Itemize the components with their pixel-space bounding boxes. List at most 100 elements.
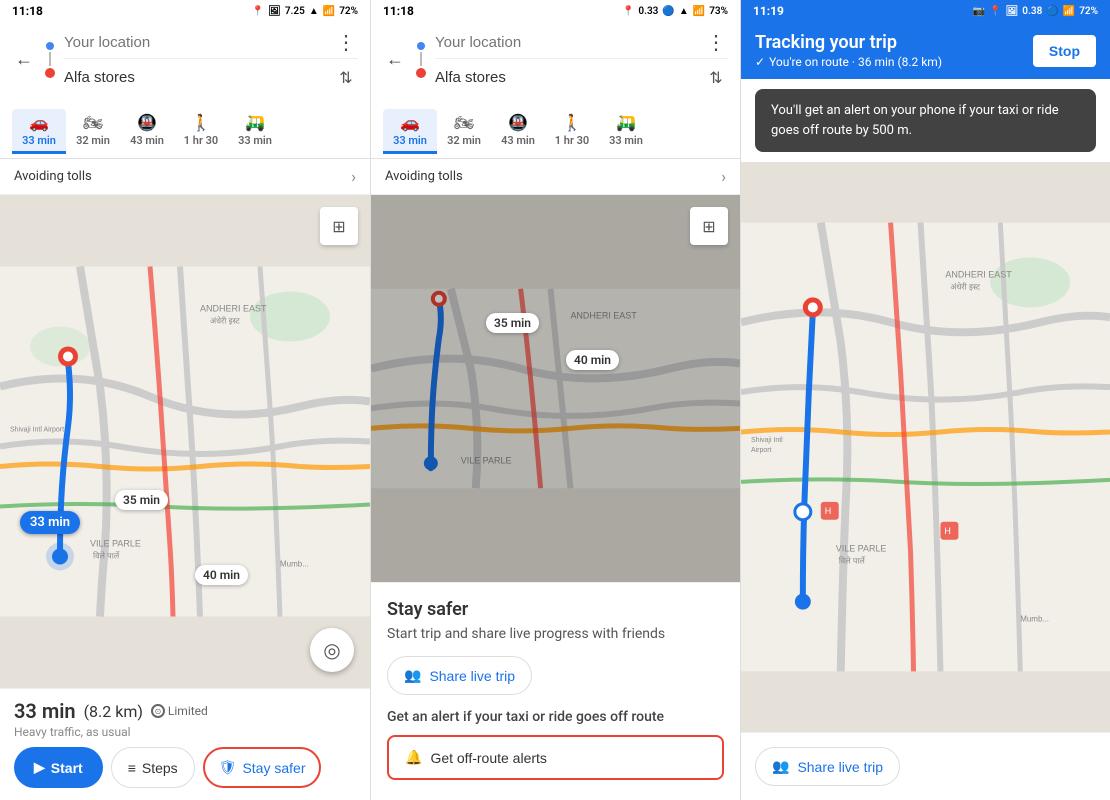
share-live-trip-button-p3[interactable]: 👥 Share live trip bbox=[755, 747, 900, 786]
tab-auto-p1[interactable]: 🛺 33 min bbox=[228, 109, 282, 154]
action-buttons: ▶ Start ≡ Steps 🛡 Stay safer bbox=[14, 747, 356, 788]
traffic-badge: ⊙ Limited bbox=[151, 704, 208, 718]
route-header-p2: ← ⋮ ⇅ bbox=[371, 22, 740, 103]
svg-text:VILE PARLE: VILE PARLE bbox=[836, 544, 887, 554]
stop-button[interactable]: Stop bbox=[1033, 35, 1096, 67]
dest-dot bbox=[45, 68, 55, 78]
dest-input[interactable] bbox=[64, 69, 334, 86]
tracking-header: Tracking your trip ✓ You're on route · 3… bbox=[741, 22, 1110, 79]
tracking-info: Tracking your trip ✓ You're on route · 3… bbox=[755, 32, 942, 69]
layers-button-p2[interactable]: ⊞ bbox=[690, 207, 728, 245]
status-bar-p3: 11:19 📷 📍 🖼 0.38 🔵 📶 72% bbox=[741, 0, 1110, 22]
moto-icon: 🏍 bbox=[83, 113, 103, 132]
more-button-p1[interactable]: ⋮ bbox=[334, 30, 358, 54]
time-bubble-35-p1: 35 min bbox=[115, 490, 168, 510]
layers-button-p1[interactable]: ⊞ bbox=[320, 207, 358, 245]
moto-icon-p2: 🏍 bbox=[454, 113, 474, 132]
photo-icon: 🖼 bbox=[268, 6, 281, 17]
tab-moto-p2[interactable]: 🏍 32 min bbox=[437, 109, 491, 154]
panel-tracking: 11:19 📷 📍 🖼 0.38 🔵 📶 72% Tracking your t… bbox=[740, 0, 1110, 800]
bell-icon: 🔔 bbox=[405, 749, 422, 766]
route-line bbox=[49, 52, 51, 66]
origin-input[interactable] bbox=[64, 34, 330, 51]
stay-safer-sheet: Stay safer Start trip and share live pro… bbox=[371, 582, 740, 800]
back-button-p2[interactable]: ← bbox=[383, 48, 407, 72]
battery-p2: 73% bbox=[709, 6, 728, 17]
off-route-alerts-button[interactable]: 🔔 Get off-route alerts bbox=[387, 735, 724, 780]
time-bubble-40-p1: 40 min bbox=[195, 565, 248, 585]
status-bar-p2: 11:18 📍 0.33 🔵 ▲ 📶 73% bbox=[371, 0, 740, 22]
tab-car-p1[interactable]: 🚗 33 min bbox=[12, 109, 66, 154]
traffic-icon: ⊙ bbox=[151, 704, 165, 718]
location-icon-p2: 📍 bbox=[622, 6, 634, 17]
route-dots-p2 bbox=[415, 42, 427, 78]
battery-p3: 72% bbox=[1079, 6, 1098, 17]
svg-text:विले पार्ले: विले पार्ले bbox=[839, 556, 866, 566]
dest-dot-p2 bbox=[416, 68, 426, 78]
svg-text:ANDHERI EAST: ANDHERI EAST bbox=[200, 304, 267, 314]
tab-car-p2[interactable]: 🚗 33 min bbox=[383, 109, 437, 154]
signal-bars-p2: 📶 bbox=[693, 6, 705, 17]
route-distance: (8.2 km) bbox=[84, 702, 143, 721]
tracking-subtitle: ✓ You're on route · 36 min (8.2 km) bbox=[755, 55, 942, 69]
onroute-check-icon: ✓ bbox=[755, 55, 765, 69]
dest-input-p2[interactable] bbox=[435, 69, 704, 86]
tab-moto-p1[interactable]: 🏍 32 min bbox=[66, 109, 120, 154]
car-icon-p2: 🚗 bbox=[400, 113, 420, 132]
more-button-p2[interactable]: ⋮ bbox=[704, 30, 728, 54]
photo-icon-p3: 🖼 bbox=[1006, 6, 1019, 17]
wifi-p2: ▲ bbox=[679, 6, 689, 17]
swap-button-p2[interactable]: ⇅ bbox=[704, 65, 728, 89]
time-bubble-40-p2: 40 min bbox=[566, 350, 619, 370]
signal-text: 7.25 bbox=[285, 6, 305, 17]
signal-p3: 0.38 bbox=[1022, 6, 1042, 17]
time-p1: 11:18 bbox=[12, 4, 43, 18]
signal-p2: 0.33 bbox=[638, 6, 658, 17]
shield-icon: 🛡 bbox=[219, 759, 237, 776]
origin-dot-p2 bbox=[417, 42, 425, 50]
stay-safer-desc: Start trip and share live progress with … bbox=[387, 626, 724, 642]
svg-text:विले पार्ले: विले पार्ले bbox=[93, 551, 120, 561]
tab-transit-p2[interactable]: 🚇 43 min bbox=[491, 109, 545, 154]
share-live-icon: 👥 bbox=[404, 667, 421, 684]
share-live-trip-button[interactable]: 👥 Share live trip bbox=[387, 656, 532, 695]
start-button[interactable]: ▶ Start bbox=[14, 747, 103, 788]
map-p1[interactable]: ANDHERI EAST अंधेरी इस्ट VILE PARLE विले… bbox=[0, 195, 370, 688]
list-icon: ≡ bbox=[128, 760, 136, 776]
bottom-bar-p1: 33 min (8.2 km) ⊙ Limited Heavy traffic,… bbox=[0, 688, 370, 800]
svg-text:ANDHERI EAST: ANDHERI EAST bbox=[945, 269, 1012, 279]
steps-button[interactable]: ≡ Steps bbox=[111, 747, 195, 788]
walk-icon-p2: 🚶 bbox=[562, 113, 582, 132]
stay-safer-button-p1[interactable]: 🛡 Stay safer bbox=[203, 747, 322, 788]
from-row-p2: ← ⋮ ⇅ bbox=[383, 30, 728, 89]
transport-tabs-p1: 🚗 33 min 🏍 32 min 🚇 43 min 🚶 1 hr 30 🛺 3… bbox=[0, 103, 370, 159]
alert-tooltip: You'll get an alert on your phone if you… bbox=[755, 89, 1096, 152]
back-button-p1[interactable]: ← bbox=[12, 48, 36, 72]
signal-bars-p3: 📶 bbox=[1063, 6, 1075, 17]
tab-walk-p1[interactable]: 🚶 1 hr 30 bbox=[174, 109, 228, 154]
auto-icon-p2: 🛺 bbox=[616, 113, 636, 132]
avoid-tolls-p1[interactable]: Avoiding tolls › bbox=[0, 159, 370, 195]
swap-button-p1[interactable]: ⇅ bbox=[334, 65, 358, 89]
svg-text:H: H bbox=[825, 506, 831, 516]
tab-transit-p1[interactable]: 🚇 43 min bbox=[120, 109, 174, 154]
from-row: ← ⋮ ⇅ bbox=[12, 30, 358, 89]
wifi-icon: ▲ bbox=[309, 6, 319, 17]
time-bubble-35-p2: 35 min bbox=[486, 313, 539, 333]
location-button-p1[interactable]: ◎ bbox=[310, 628, 354, 672]
stay-safer-title: Stay safer bbox=[387, 599, 724, 620]
svg-text:VILE PARLE: VILE PARLE bbox=[90, 539, 141, 549]
tab-auto-p2[interactable]: 🛺 33 min bbox=[599, 109, 653, 154]
tab-walk-p2[interactable]: 🚶 1 hr 30 bbox=[545, 109, 599, 154]
svg-text:H: H bbox=[944, 526, 950, 536]
avoid-tolls-p2[interactable]: Avoiding tolls › bbox=[371, 159, 740, 195]
origin-input-p2[interactable] bbox=[435, 34, 700, 51]
location-icon-p3: 📍 bbox=[989, 6, 1001, 17]
svg-text:अंधेरी इस्ट: अंधेरी इस्ट bbox=[950, 281, 981, 291]
location-icon: 📍 bbox=[252, 6, 264, 17]
status-icons-p3: 📷 📍 🖼 0.38 🔵 📶 72% bbox=[973, 6, 1098, 17]
panel-navigation: 11:18 📍 🖼 7.25 ▲ 📶 72% ← ⋮ bbox=[0, 0, 370, 800]
transit-icon-p2: 🚇 bbox=[508, 113, 528, 132]
time-p3: 11:19 bbox=[753, 4, 784, 18]
map-p3[interactable]: H H ANDHERI EAST अंधेरी इस्ट VILE PARLE … bbox=[741, 162, 1110, 732]
